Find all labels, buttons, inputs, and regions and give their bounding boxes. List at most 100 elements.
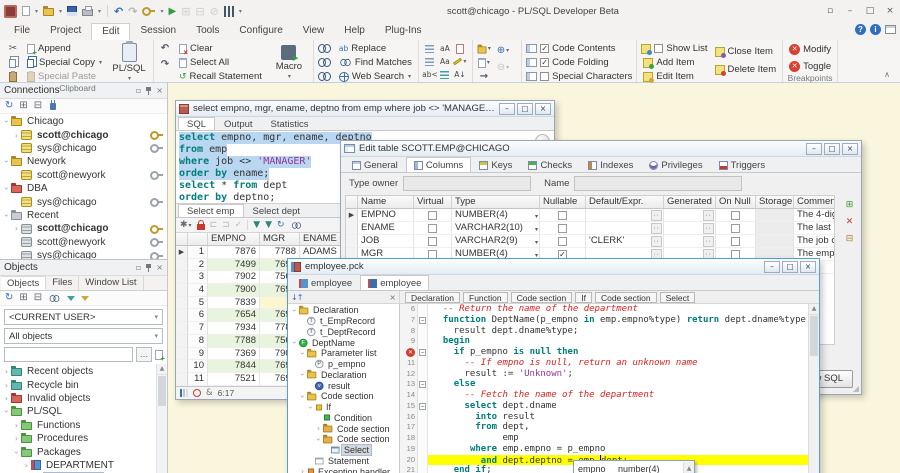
find-icon[interactable] — [318, 42, 332, 55]
menu-tab-help[interactable]: Help — [334, 23, 375, 40]
web-search-button[interactable]: Web Search ▾ — [337, 70, 414, 83]
on-null-checkbox[interactable] — [731, 223, 740, 233]
menu-tab-session[interactable]: Session — [130, 23, 186, 40]
pin-panel-icon[interactable] — [145, 86, 152, 96]
code-line[interactable]: 17 from dept, — [400, 422, 808, 433]
cell-empno[interactable]: 7369 — [208, 347, 260, 361]
close-button[interactable]: × — [842, 142, 858, 155]
toggle-breakpoint-button[interactable]: ✕ Toggle — [787, 60, 833, 73]
comment-icon[interactable] — [453, 42, 467, 55]
expander-icon[interactable]: › — [2, 157, 11, 166]
minimize-button[interactable]: – — [499, 102, 515, 115]
delete-row-icon[interactable]: ✕ — [843, 216, 856, 228]
tree-item-functions[interactable]: › Functions — [0, 419, 156, 432]
copy-icon[interactable] — [6, 56, 20, 69]
menu-tab-project[interactable]: Project — [40, 23, 91, 40]
open-dropdown-icon[interactable]: ▾ — [59, 8, 62, 15]
menu-tab-edit[interactable]: Edit — [91, 23, 131, 40]
code-line[interactable]: 11 -- If empno is null, return an unknow… — [400, 357, 808, 369]
cell-on-null[interactable] — [716, 222, 756, 235]
lock-icon[interactable] — [196, 219, 205, 230]
breadcrumb-select[interactable]: Select — [659, 291, 696, 303]
column-header-comments[interactable]: Comments — [794, 196, 834, 209]
maximize-button[interactable]: □ — [782, 260, 798, 273]
print-icon[interactable] — [82, 6, 94, 16]
tab-employee[interactable]: employee — [291, 275, 360, 290]
maximize-button[interactable]: □ — [824, 142, 840, 155]
default-editor-button[interactable]: ·· — [651, 210, 662, 221]
table-row[interactable]: JOBVARCHAR2(9)▾'CLERK'····The job of the… — [346, 235, 834, 248]
table-row[interactable]: ENAME VARCHAR2(10)▾ ·· ·· The last name of t… — [346, 222, 834, 235]
expander-icon[interactable]: › — [12, 448, 21, 457]
tree-item-scott-chicago[interactable]: › scott@chicago — [0, 222, 167, 235]
expand-all-icon[interactable]: ⊞ — [19, 101, 27, 111]
cell-type[interactable]: NUMBER(4) ▾ — [452, 209, 540, 222]
info-icon[interactable]: i — [870, 24, 881, 35]
fetch-next-page-icon[interactable]: ▼ — [253, 220, 260, 230]
expander-icon[interactable]: › — [2, 184, 11, 193]
close-button[interactable]: × — [535, 102, 551, 115]
tree-item-sys-chicago[interactable]: sys@chicago — [0, 195, 167, 208]
column-header-generated[interactable]: Generated — [664, 196, 716, 209]
sort-structure-icon[interactable]: ↓↑ — [291, 293, 303, 302]
find-object-icon[interactable] — [49, 294, 60, 302]
type-name-field[interactable] — [574, 175, 743, 191]
expand-all-icon[interactable]: ⊞ — [19, 293, 27, 303]
close-button[interactable]: × — [800, 260, 816, 273]
tab-statistics[interactable]: Statistics — [262, 117, 318, 130]
save-icon[interactable] — [67, 6, 78, 16]
on-null-checkbox[interactable] — [731, 210, 740, 220]
expander-icon[interactable]: › — [2, 211, 11, 220]
float-panel-icon[interactable]: ▫ — [136, 263, 141, 272]
tree-item-statement[interactable]: Statement — [288, 456, 399, 467]
tree-item-select[interactable]: Select — [288, 444, 399, 457]
goto-line-icon[interactable]: → — [477, 70, 491, 83]
tree-item-invalid-objects[interactable]: › Invalid objects — [0, 392, 156, 405]
close-button[interactable]: × — [884, 6, 896, 16]
modify-breakpoint-button[interactable]: ✕ Modify — [787, 43, 833, 56]
grid-options-icon[interactable]: ✱▾ — [180, 220, 192, 231]
clear-button[interactable]: Clear — [177, 42, 264, 57]
code-folding-toggle[interactable]: ✓ Code Folding — [526, 56, 632, 69]
default-editor-button[interactable]: ·· — [651, 236, 662, 247]
tree-item-dba[interactable]: › DBA — [0, 182, 167, 195]
new-filter-icon[interactable] — [155, 349, 165, 363]
cell-generated[interactable]: ·· — [664, 209, 716, 222]
expander-icon[interactable]: › — [2, 381, 11, 390]
find-matches-button[interactable]: Find Matches — [337, 56, 414, 69]
cell-empno[interactable]: 7521 — [208, 372, 260, 386]
tree-item-scott-newyork[interactable]: scott@newyork — [0, 169, 167, 182]
expander-icon[interactable]: › — [12, 434, 21, 443]
cell-default[interactable]: 'CLERK' ·· — [586, 235, 664, 248]
cell-empno[interactable]: 7844 — [208, 360, 260, 373]
tab-general[interactable]: General — [344, 157, 406, 172]
expander-icon[interactable]: › — [12, 131, 21, 140]
tab-objects[interactable]: Objects — [1, 276, 47, 290]
collapse-all-icon[interactable]: ⊟ — [34, 293, 42, 303]
tree-item-parameter-list[interactable]: › Parameter list — [288, 348, 399, 359]
execute-icon[interactable]: ▶ — [169, 6, 177, 17]
tree-item-scott-chicago[interactable]: › scott@chicago — [0, 128, 167, 141]
tab-indexes[interactable]: Indexes — [580, 157, 641, 172]
code-completion-popup[interactable]: empno number(4) ▲ — [573, 460, 695, 473]
post-changes-icon[interactable]: ✓ — [235, 220, 243, 230]
menu-tab-tools[interactable]: Tools — [186, 23, 229, 40]
type-owner-field[interactable] — [403, 175, 532, 191]
code-line[interactable]: 13− else — [400, 379, 808, 390]
replace-button[interactable]: ab Replace — [337, 42, 414, 55]
object-type-select[interactable]: All objects ▾ — [4, 328, 163, 344]
expander-icon[interactable]: › — [290, 306, 299, 315]
preferences-sliders-icon[interactable] — [223, 5, 234, 17]
collapse-ribbon-icon[interactable]: ∧ — [884, 70, 890, 79]
tree-item-condition[interactable]: Condition — [288, 413, 399, 424]
append-button[interactable]: Append — [25, 42, 104, 57]
column-header-mgr[interactable]: MGR — [260, 233, 300, 246]
close-panel-icon[interactable]: × — [156, 263, 163, 272]
menu-tab-plug-ins[interactable]: Plug-Ins — [375, 23, 432, 40]
expander-icon[interactable]: › — [298, 370, 307, 379]
virtual-checkbox[interactable] — [428, 223, 437, 233]
tree-item-packages[interactable]: › Packages — [0, 445, 156, 458]
cell-type[interactable]: VARCHAR2(10) ▾ — [452, 222, 540, 235]
column-header-nullable[interactable]: Nullable — [540, 196, 586, 209]
column-header-default-expr[interactable]: Default/Expr. — [586, 196, 664, 209]
